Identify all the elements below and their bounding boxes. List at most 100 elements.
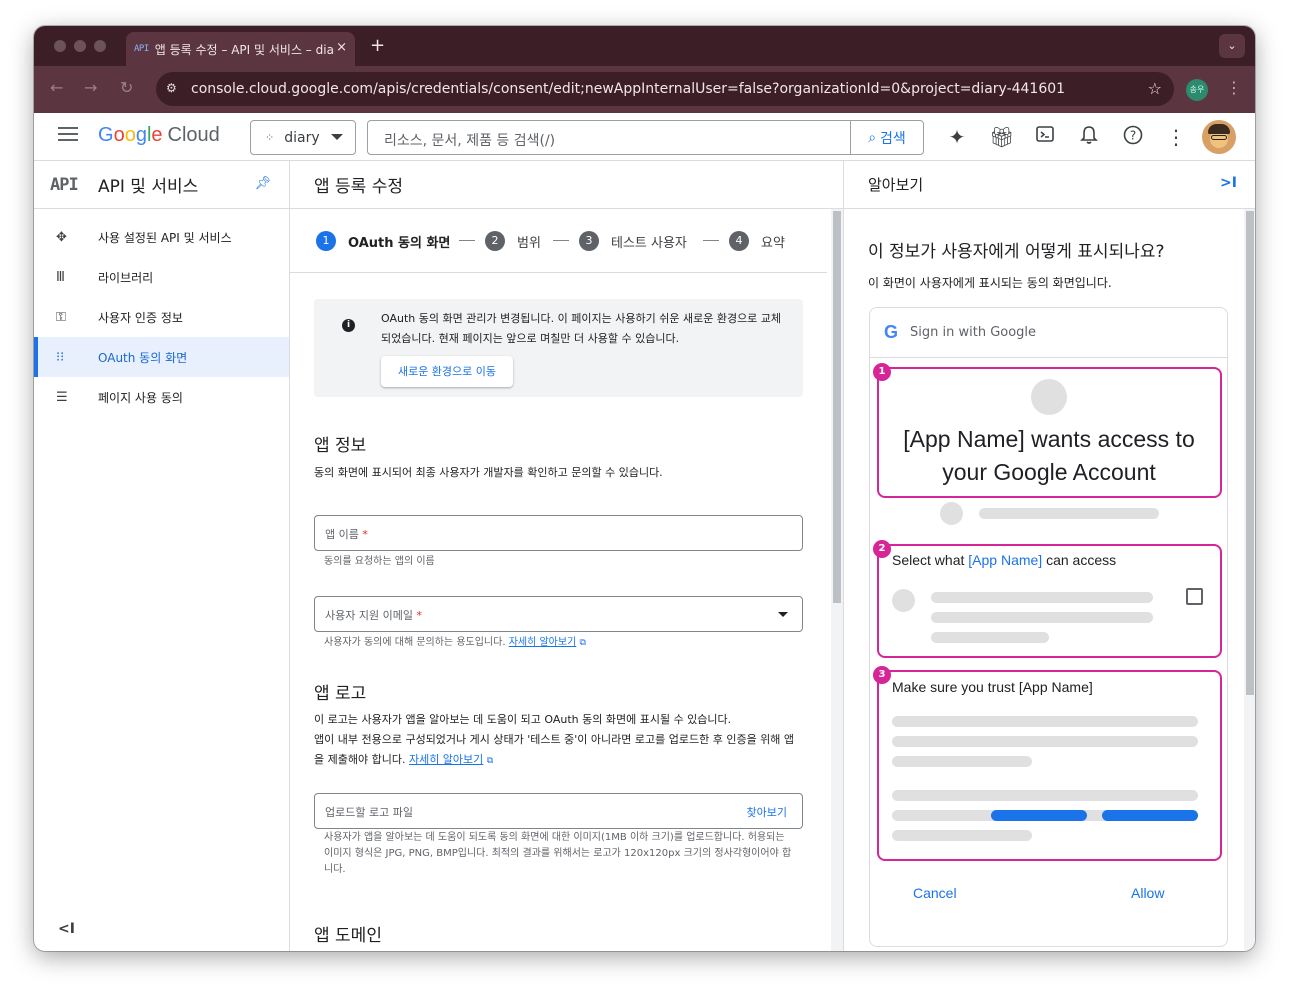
tab-close-icon[interactable]: × [336,40,347,55]
step-number: 2 [485,231,505,251]
cloud-shell-icon[interactable] [1033,125,1057,151]
page-title: 앱 등록 수정 [290,161,843,209]
step-oauth-consent[interactable]: 1 OAuth 동의 화면 [316,231,450,251]
forward-arrow-icon[interactable]: → [84,78,97,97]
google-cloud-logo[interactable]: Google Cloud [98,124,220,147]
project-icon: ⁘ [265,131,275,144]
panel-subtitle: 이 화면이 사용자에게 표시되는 동의 화면입니다. [868,276,1112,290]
project-selector[interactable]: ⁘ diary [250,120,356,155]
app-name-text: [App Name] [968,552,1043,568]
sidebar-item-credentials[interactable]: ⚿ 사용자 인증 정보 [34,297,289,337]
support-email-select[interactable]: 사용자 지원 이메일 * [314,596,803,632]
search-button-label: 검색 [880,130,906,147]
consent-icon: ⁝⁝ [56,349,65,365]
sidebar-item-page-usage-agreements[interactable]: ☰ 페이지 사용 동의 [34,377,289,417]
window-minimize-control[interactable] [74,40,86,52]
gemini-icon[interactable]: ✦ [945,125,969,149]
preview-allow-button: Allow [1131,885,1165,901]
panel-header: 알아보기 >I [844,161,1255,209]
dropdown-arrow-icon [778,612,788,617]
search-input[interactable]: 리소스, 문서, 제품 등 검색(/) ⌕ 검색 [367,120,924,155]
step-number: 3 [579,231,599,251]
scrollbar-thumb[interactable] [833,211,841,603]
callout-number: 1 [873,363,891,381]
logo-upload-hint: 사용자가 앱을 알아보는 데 도움이 되도록 동의 화면에 대한 이미지(1MB… [324,832,792,875]
placeholder-avatar [892,589,915,612]
avatar[interactable] [1202,120,1236,154]
logo-upload-field[interactable]: 업로드할 로고 파일 찾아보기 [314,793,803,829]
placeholder-avatar [940,502,963,525]
highlight-box-3: 3 Make sure you trust [App Name] [873,666,1222,861]
highlight-box-1: 1 [App Name] wants access to your Google… [873,363,1222,498]
panel-scrollbar[interactable] [1244,209,1255,951]
sidebar-title[interactable]: API 및 서비스 [98,172,198,197]
placeholder-line [892,756,1032,767]
chevron-down-icon [331,134,343,140]
logo-letter: e [151,124,163,146]
window-close-control[interactable] [54,40,66,52]
bookmark-star-icon[interactable]: ☆ [1148,79,1162,98]
more-icon[interactable]: ⋮ [1164,125,1188,149]
scrollbar-thumb[interactable] [1246,211,1254,695]
placeholder-line [892,830,1032,841]
sidebar-item-oauth-consent[interactable]: ⁝⁝ OAuth 동의 화면 [34,337,289,377]
desc-text: 앱이 내부 전용으로 구성되었거나 게시 상태가 '테스트 중'이 아니라면 로… [314,733,795,766]
sidebar-item-enabled-apis[interactable]: ✥ 사용 설정된 API 및 서비스 [34,217,289,257]
preview-title: [App Name] wants access to your Google A… [903,426,1195,485]
step-summary[interactable]: 4 요약 [729,231,785,251]
gift-icon[interactable]: 🎁︎ [989,125,1014,149]
app-name-label: 앱 이름 * [325,526,368,542]
placeholder-line [979,508,1159,519]
close-panel-icon[interactable]: >I [1220,175,1237,191]
preview-cancel-button: Cancel [913,885,957,901]
collapse-sidebar-icon[interactable]: <I [58,921,75,937]
learn-more-link[interactable]: 자세히 알아보기 [409,753,483,766]
highlight-box-2: 2 Select what [App Name] can access [873,540,1222,658]
sidebar-item-library[interactable]: Ⅲ 라이브러리 [34,257,289,297]
back-arrow-icon[interactable]: ← [50,78,63,97]
app-logo-desc: 이 로고는 사용자가 앱을 알아보는 데 도움이 되고 OAuth 동의 화면에… [314,710,804,771]
omnibox[interactable]: ⚙ console.cloud.google.com/apis/credenti… [156,72,1174,106]
window-zoom-control[interactable] [94,40,106,52]
app-info-heading: 앱 정보 [314,436,367,456]
step-scopes[interactable]: 2 범위 [485,231,541,251]
step-test-users[interactable]: 3 테스트 사용자 [579,231,687,251]
step-divider [459,240,475,241]
main-scrollbar[interactable] [831,209,843,951]
site-info-icon[interactable]: ⚙ [166,81,177,95]
step-label: OAuth 동의 화면 [348,235,451,251]
required-mark: * [362,528,368,541]
panel-question: 이 정보가 사용자에게 어떻게 표시되나요? [868,242,1165,262]
support-email-label: 사용자 지원 이메일 * [325,607,422,623]
browse-button[interactable]: 찾아보기 [747,804,787,820]
tab-bar: API 앱 등록 수정 – API 및 서비스 – diary × + ⌄ [34,26,1255,66]
search-button[interactable]: ⌕ 검색 [850,121,923,154]
browser-menu-icon[interactable]: ⋮ [1226,78,1242,97]
notifications-icon[interactable] [1077,125,1101,150]
browser-tab[interactable]: API 앱 등록 수정 – API 및 서비스 – diary × [126,32,355,66]
pin-icon[interactable]: 📌︎ [254,176,271,191]
step-number: 4 [729,231,749,251]
tab-search-chevron-icon[interactable]: ⌄ [1219,34,1245,58]
app-domain-heading: 앱 도메인 [314,926,382,946]
learn-more-link[interactable]: 자세히 알아보기 [509,637,577,648]
new-tab-button[interactable]: + [370,35,385,56]
label-text: 사용자 지원 이메일 [325,609,413,622]
hint-text: 사용자가 동의에 대해 문의하는 용도입니다. [324,637,506,648]
help-icon[interactable]: ? [1121,125,1145,150]
step-label: 요약 [761,235,785,251]
url-text[interactable]: console.cloud.google.com/apis/credential… [191,81,1065,97]
main-content: 앱 등록 수정 1 OAuth 동의 화면 2 범위 3 테스트 사용자 4 요… [290,161,843,951]
go-to-new-experience-button[interactable]: 새로운 환경으로 이동 [381,356,513,387]
sidebar-item-label: 사용 설정된 API 및 서비스 [98,230,232,245]
api-badge-icon: API [50,174,79,195]
logo-letter: o [124,124,136,146]
reload-icon[interactable]: ↻ [120,78,133,97]
app-name-field[interactable]: 앱 이름 * [314,515,803,551]
profile-avatar[interactable]: 송우 [1186,79,1208,101]
label-text: 앱 이름 [325,528,359,541]
text-part: can access [1042,552,1117,568]
step-divider [703,240,719,241]
sidebar-item-label: OAuth 동의 화면 [98,350,188,365]
main-menu-icon[interactable] [58,127,78,145]
